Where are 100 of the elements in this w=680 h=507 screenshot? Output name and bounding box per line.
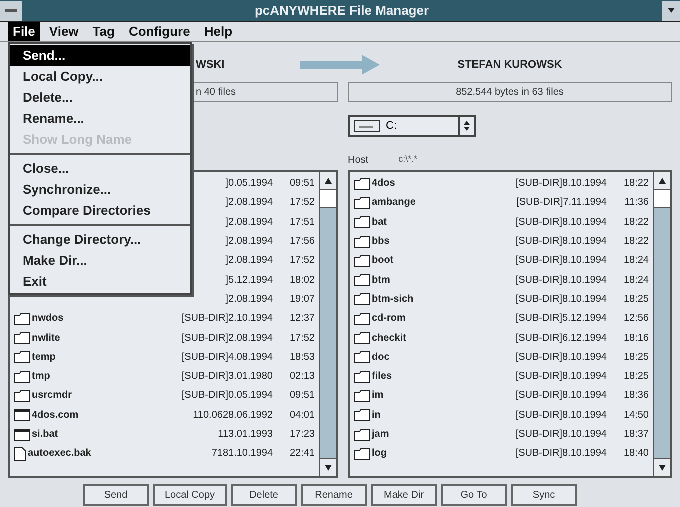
scrollbar[interactable] xyxy=(653,172,670,476)
file-info: [SUB-DIR]5.12.1994 xyxy=(516,312,607,326)
file-name[interactable]: 4dos xyxy=(372,176,396,192)
toolbar-button[interactable]: Delete xyxy=(231,484,298,506)
file-name[interactable]: im xyxy=(372,388,384,404)
file-time: 19:07 xyxy=(288,292,315,307)
menu-option[interactable]: Change Directory... xyxy=(10,229,190,250)
path-label: Host xyxy=(348,154,369,168)
menu-item[interactable]: View xyxy=(44,22,84,42)
file-time: 18:16 xyxy=(622,332,649,346)
toolbar-button[interactable]: Go To xyxy=(441,484,508,506)
menu-option[interactable]: Exit xyxy=(10,271,190,292)
menu-option[interactable]: Send... xyxy=(10,45,190,66)
menu-item[interactable]: Configure xyxy=(124,22,196,42)
file-info: 113.01.1993 xyxy=(218,428,273,442)
file-name[interactable]: btm-sich xyxy=(372,292,414,307)
menu-option[interactable]: Compare Directories xyxy=(10,200,190,221)
folder-icon xyxy=(14,351,30,364)
file-info: ]2.08.1994 xyxy=(226,235,273,250)
menu-item[interactable]: File xyxy=(8,22,40,42)
scrollbar[interactable] xyxy=(319,172,336,476)
file-name[interactable]: nwdos xyxy=(32,311,64,326)
toolbar-button[interactable]: Local Copy xyxy=(153,484,228,506)
file-time: 18:36 xyxy=(622,389,649,404)
drive-dropdown[interactable]: C: xyxy=(348,115,476,137)
menu-option[interactable]: Rename... xyxy=(10,108,190,129)
file-name[interactable]: boot xyxy=(372,253,394,268)
computer-name: STEFAN KUROWSK xyxy=(458,58,562,73)
file-name[interactable]: log xyxy=(372,446,387,462)
menu-option[interactable]: Local Copy... xyxy=(10,66,190,87)
file-info: [SUB-DIR]6.12.1994 xyxy=(516,332,607,346)
file-name[interactable]: nwlite xyxy=(32,330,60,346)
file-info: [SUB-DIR]7.11.1994 xyxy=(516,196,607,210)
file-name[interactable]: btm xyxy=(372,272,390,288)
menu-option[interactable]: Delete... xyxy=(10,87,190,108)
summary-text: 852.544 bytes in 63 files xyxy=(456,86,564,100)
menu-option[interactable]: Make Dir... xyxy=(10,250,190,271)
file-info: ]5.12.1994 xyxy=(226,274,273,288)
file-info: [SUB-DIR]8.10.1994 xyxy=(516,389,607,404)
toolbar-button[interactable]: Rename xyxy=(301,484,368,506)
file-time: 17:23 xyxy=(288,428,315,442)
document-icon xyxy=(14,446,26,461)
file-name[interactable]: cd-rom xyxy=(372,311,406,326)
toolbar-button[interactable]: Make Dir xyxy=(371,484,438,506)
file-info: ]0.05.1994 xyxy=(226,177,273,192)
folder-icon xyxy=(354,196,370,209)
file-info: [SUB-DIR]8.10.1994 xyxy=(516,274,607,288)
menu-item[interactable]: Help xyxy=(199,22,238,42)
file-info: ]2.08.1994 xyxy=(226,196,273,210)
file-time: 17:52 xyxy=(288,196,315,210)
file-name[interactable]: in xyxy=(372,408,381,423)
folder-icon xyxy=(14,390,30,402)
file-time: 09:51 xyxy=(288,389,315,404)
toolbar-button[interactable]: Sync xyxy=(511,484,578,506)
file-name[interactable]: usrcmdr xyxy=(32,388,72,404)
minimize-button[interactable] xyxy=(662,0,680,20)
scroll-thumb[interactable] xyxy=(654,190,670,208)
file-time: 17:52 xyxy=(288,254,315,268)
file-info: [SUB-DIR]2.08.1994 xyxy=(182,332,273,346)
menu-option[interactable]: Close... xyxy=(10,158,190,179)
window-icon xyxy=(14,409,30,422)
folder-icon xyxy=(354,178,370,190)
folder-icon xyxy=(354,428,370,440)
file-info: [SUB-DIR]8.10.1994 xyxy=(516,216,607,230)
file-time: 18:22 xyxy=(622,216,649,230)
file-time: 12:56 xyxy=(622,312,649,326)
toolbar-button[interactable]: Send xyxy=(83,484,149,506)
folder-icon xyxy=(14,312,30,325)
file-name[interactable]: 4dos.com xyxy=(32,408,79,423)
computer-name: WSKI xyxy=(196,58,225,73)
window-icon xyxy=(14,428,30,440)
file-name[interactable]: files xyxy=(372,369,392,384)
file-name[interactable]: autoexec.bak xyxy=(28,446,92,462)
file-name[interactable]: bbs xyxy=(372,234,390,250)
file-name[interactable]: doc xyxy=(372,350,390,365)
file-time: 04:01 xyxy=(288,408,315,423)
system-menu-icon[interactable] xyxy=(0,0,22,20)
file-name[interactable]: checkit xyxy=(372,330,406,346)
file-name[interactable]: ambange xyxy=(372,195,416,210)
file-info: [SUB-DIR]3.01.1980 xyxy=(182,370,273,384)
file-name[interactable]: bat xyxy=(372,214,387,230)
file-info: [SUB-DIR]8.10.1994 xyxy=(516,350,607,365)
file-name[interactable]: si.bat xyxy=(32,427,58,442)
menu-item[interactable]: Tag xyxy=(88,22,120,42)
folder-icon xyxy=(354,216,370,228)
file-time: 12:37 xyxy=(288,312,315,326)
file-name[interactable]: temp xyxy=(32,350,56,365)
file-info: [SUB-DIR]8.10.1994 xyxy=(516,370,607,384)
folder-icon xyxy=(354,409,370,422)
file-info: 110.0628.06.1992 xyxy=(193,408,273,423)
file-time: 02:13 xyxy=(288,370,315,384)
file-time: 17:56 xyxy=(288,235,315,250)
scroll-thumb[interactable] xyxy=(320,190,336,208)
file-name[interactable]: jam xyxy=(372,427,390,442)
file-name[interactable]: tmp xyxy=(32,369,50,384)
menu-option[interactable]: Synchronize... xyxy=(10,179,190,200)
file-info: [SUB-DIR]8.10.1994 xyxy=(516,254,607,268)
file-time: 22:41 xyxy=(288,447,315,462)
file-time: 14:50 xyxy=(622,408,649,423)
file-info: [SUB-DIR]8.10.1994 xyxy=(516,428,607,442)
